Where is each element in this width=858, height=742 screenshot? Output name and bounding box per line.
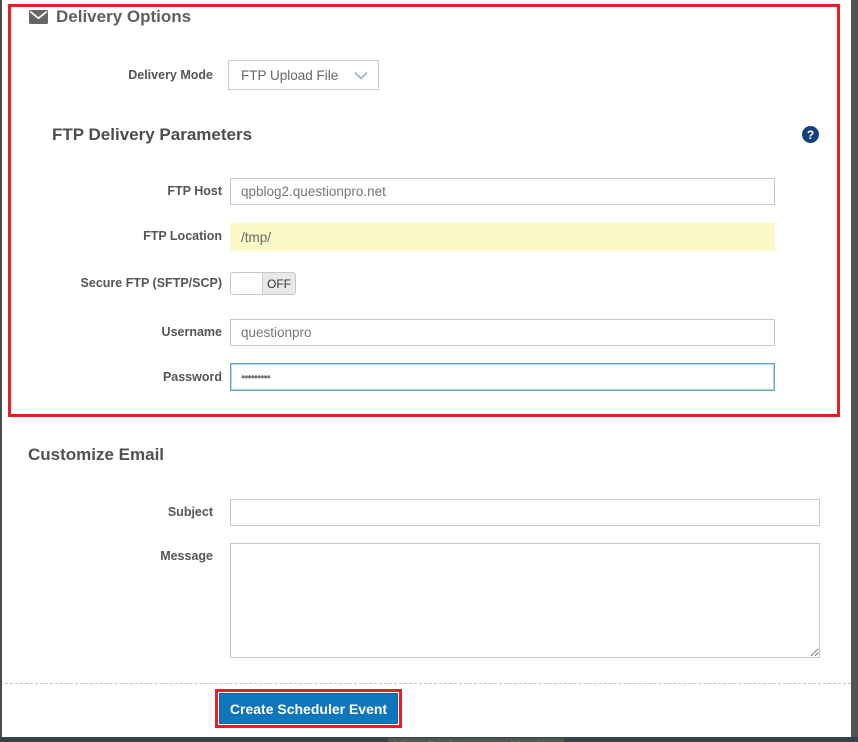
ftp-host-label: FTP Host	[167, 184, 222, 198]
page-right-border	[851, 0, 858, 742]
subject-label: Subject	[167, 505, 213, 519]
password-input[interactable]	[230, 363, 775, 391]
username-label: Username	[161, 325, 222, 339]
dashed-separator	[0, 683, 851, 684]
customize-email-title: Customize Email	[28, 445, 165, 464]
create-scheduler-event-button[interactable]: Create Scheduler Event	[219, 693, 398, 724]
ftp-location-input[interactable]	[230, 223, 775, 251]
scheduler-form-page: Delivery Options Delivery Mode FTP Uploa…	[0, 0, 858, 742]
highlight-box-delivery-options	[8, 4, 840, 417]
subject-input[interactable]	[230, 499, 820, 526]
chevron-down-icon	[354, 68, 368, 83]
password-label: Password	[162, 370, 222, 384]
toggle-state-label: OFF	[267, 276, 291, 291]
delivery-mode-value: FTP Upload File	[241, 67, 339, 83]
message-label: Message	[160, 549, 213, 563]
footer-partial-link[interactable]: View Performance Monitor	[388, 738, 564, 742]
highlight-box-create-button: Create Scheduler Event	[215, 689, 402, 728]
message-textarea[interactable]	[230, 543, 820, 658]
secure-ftp-toggle[interactable]: OFF	[230, 272, 296, 295]
ftp-parameters-title: FTP Delivery Parameters	[52, 125, 253, 144]
delivery-mode-label: Delivery Mode	[128, 68, 213, 82]
envelope-icon	[29, 10, 48, 29]
help-icon[interactable]: ?	[802, 126, 819, 143]
page-left-border	[0, 0, 2, 742]
toggle-knob	[231, 273, 263, 294]
clipped-footer-bar: View Performance Monitor	[0, 737, 858, 742]
ftp-host-input[interactable]	[230, 178, 775, 205]
delivery-mode-select[interactable]: FTP Upload File	[228, 60, 379, 90]
secure-ftp-label: Secure FTP (SFTP/SCP)	[80, 276, 222, 290]
delivery-options-title: Delivery Options	[56, 7, 192, 26]
ftp-location-label: FTP Location	[143, 229, 222, 243]
username-input[interactable]	[230, 319, 775, 346]
